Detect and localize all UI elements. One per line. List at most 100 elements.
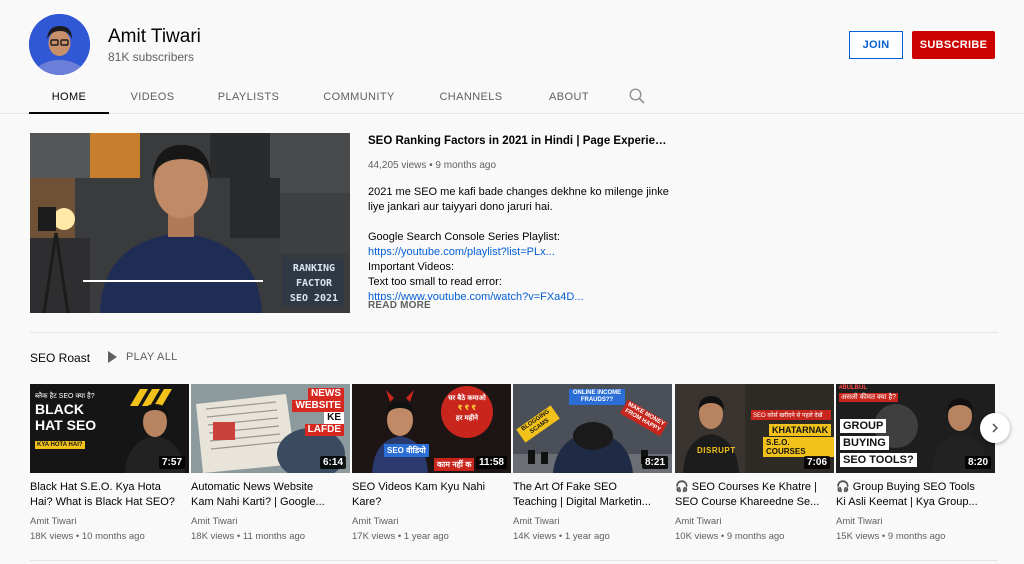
tab-channels[interactable]: CHANNELS (417, 80, 525, 114)
thumb-text-line: SEO TOOLS? (840, 453, 917, 467)
tab-community[interactable]: COMMUNITY (301, 80, 417, 114)
thumb-text-line: KE (324, 412, 344, 424)
video-title-line: The Art Of Fake SEO (513, 481, 617, 493)
thumb-text-line: ब्लैक हैट SEO क्या है? (35, 393, 95, 400)
thumb-text: ब्लैक हैट SEO क्या है? BLACK HAT SEO KYA… (35, 392, 96, 451)
video-thumbnail[interactable]: घर बैठे कमाओ ₹ ₹ ₹ हर महीने SEO वीडियो क… (352, 384, 511, 473)
thumb-text-line: RANKING (292, 263, 336, 274)
video-title[interactable]: The Art Of Fake SEO Teaching | Digital M… (513, 480, 672, 510)
video-title-line: Hai? What is Black Hat SEO? (30, 496, 175, 508)
thumb-text: NEWS WEBSITE KE LAFDE (292, 388, 344, 436)
tab-about[interactable]: ABOUT (525, 80, 613, 114)
description-blank (368, 215, 678, 230)
thumb-text-line: घर बैठे कमाओ (448, 395, 486, 402)
play-all-label: PLAY ALL (126, 351, 178, 363)
video-card[interactable]: NEWS WEBSITE KE LAFDE 6:14 Automatic New… (191, 384, 350, 542)
thumb-text-line: KYA HOTA HAI? (35, 441, 85, 449)
featured-thumb-text: RANKING FACTOR SEO 2021 (282, 261, 346, 306)
description-line: Important Videos: (368, 261, 455, 273)
thumb-text-line: ONLINE INCOME FRAUDS?? (569, 389, 625, 405)
section-divider (30, 560, 998, 561)
video-title[interactable]: SEO Videos Kam Kyu Nahi Kare? (352, 480, 511, 510)
thumb-text-line: LAFDE (304, 424, 344, 436)
thumb-text-line: NEWS (308, 388, 344, 400)
video-title-line: Kare? (352, 496, 382, 508)
video-meta: 18K views • 10 months ago (30, 531, 145, 542)
thumb-text-line: #BULBUL (839, 385, 867, 391)
thumb-text: घर बैठे कमाओ ₹ ₹ ₹ हर महीने (443, 394, 491, 424)
video-thumbnail[interactable]: ब्लैक हैट SEO क्या है? BLACK HAT SEO KYA… (30, 384, 189, 473)
tab-videos[interactable]: VIDEOS (109, 80, 196, 114)
channel-tabs: HOME VIDEOS PLAYLISTS COMMUNITY CHANNELS… (29, 80, 613, 114)
video-title-line: SEO Videos Kam Kyu Nahi (352, 481, 486, 493)
thumb-text-line: SEO 2021 (289, 293, 339, 304)
video-thumbnail[interactable]: ONLINE INCOME FRAUDS?? BLOGGING SCAMS MA… (513, 384, 672, 473)
video-meta: 18K views • 11 months ago (191, 531, 306, 542)
shelf-next-button[interactable] (980, 413, 1010, 443)
join-button[interactable]: JOIN (849, 31, 903, 59)
video-title[interactable]: Automatic News Website Kam Nahi Karti? |… (191, 480, 350, 510)
video-duration: 8:21 (641, 456, 668, 469)
subscribe-button[interactable]: SUBSCRIBE (912, 31, 995, 59)
chevron-right-icon (992, 423, 999, 433)
channel-name: Amit Tiwari (108, 26, 201, 47)
shelf-title[interactable]: SEO Roast (30, 351, 90, 365)
thumb-text-line: हर महीने (455, 415, 479, 422)
play-all-button[interactable]: PLAY ALL (108, 351, 178, 363)
description-line: 2021 me SEO me kafi bade changes dekhne … (368, 186, 669, 198)
video-meta: 17K views • 1 year ago (352, 531, 449, 542)
video-channel[interactable]: Amit Tiwari (675, 516, 834, 527)
video-title[interactable]: 🎧 SEO Courses Ke Khatre | SEO Course Kha… (675, 480, 834, 510)
thumb-text-line: FACTOR (295, 278, 333, 289)
video-card[interactable]: घर बैठे कमाओ ₹ ₹ ₹ हर महीने SEO वीडियो क… (352, 384, 511, 542)
video-channel[interactable]: Amit Tiwari (191, 516, 350, 527)
video-channel[interactable]: Amit Tiwari (513, 516, 672, 527)
video-title-line: 🎧 Group Buying SEO Tools (836, 481, 975, 493)
video-thumbnail[interactable]: #BULBUL असली कीमत क्या है? GROUP BUYING … (836, 384, 995, 473)
thumb-text-line: WEBSITE (292, 400, 344, 412)
tab-playlists[interactable]: PLAYLISTS (196, 80, 301, 114)
video-title-line: Automatic News Website (191, 481, 314, 493)
video-card[interactable]: #BULBUL असली कीमत क्या है? GROUP BUYING … (836, 384, 995, 542)
featured-video-title[interactable]: SEO Ranking Factors in 2021 in Hindi | P… (368, 135, 673, 147)
thumb-text-line: GROUP (840, 419, 887, 433)
video-card[interactable]: ब्लैक हैट SEO क्या है? BLACK HAT SEO KYA… (30, 384, 189, 542)
thumb-text-line: KHATARNAK (769, 424, 832, 436)
playlist-link[interactable]: https://youtube.com/playlist?list=PLx... (368, 245, 678, 260)
channel-avatar[interactable] (29, 14, 90, 75)
video-duration: 6:14 (319, 456, 346, 469)
video-title[interactable]: 🎧 Group Buying SEO Tools Ki Asli Keemat … (836, 480, 995, 510)
thumb-text-line: HAT SEO (35, 417, 97, 433)
video-thumbnail[interactable]: NEWS WEBSITE KE LAFDE 6:14 (191, 384, 350, 473)
video-card[interactable]: ONLINE INCOME FRAUDS?? BLOGGING SCAMS MA… (513, 384, 672, 542)
video-meta: 14K views • 1 year ago (513, 531, 610, 542)
video-channel[interactable]: Amit Tiwari (30, 516, 189, 527)
video-link[interactable]: https://www.youtube.com/watch?v=FXa4D... (368, 290, 678, 300)
video-title[interactable]: Black Hat S.E.O. Kya Hota Hai? What is B… (30, 480, 189, 510)
thumb-text-line: BLACK (35, 401, 84, 417)
video-duration: 7:57 (158, 456, 185, 469)
description-line: liye jankari aur taiyyari dono jaruri ha… (368, 201, 553, 213)
search-icon[interactable] (628, 87, 646, 105)
video-channel[interactable]: Amit Tiwari (352, 516, 511, 527)
thumb-text-line: BUYING (840, 436, 889, 450)
channel-header: Amit Tiwari 81K subscribers JOIN SUBSCRI… (0, 0, 1024, 114)
thumb-text-line: S.E.O. COURSES (763, 437, 834, 457)
video-meta: 10K views • 9 months ago (675, 531, 785, 542)
video-channel[interactable]: Amit Tiwari (836, 516, 995, 527)
video-title-line: Black Hat S.E.O. Kya Hota (30, 481, 161, 493)
featured-video-thumbnail[interactable]: RANKING FACTOR SEO 2021 (30, 133, 350, 313)
video-duration: 7:06 (803, 456, 830, 469)
read-more-button[interactable]: READ MORE (368, 300, 431, 311)
featured-video-description: 2021 me SEO me kafi bade changes dekhne … (368, 185, 678, 300)
play-icon (108, 351, 117, 363)
tab-home[interactable]: HOME (29, 80, 109, 114)
description-line: Google Search Console Series Playlist: (368, 231, 560, 243)
thumb-text-line: ₹ ₹ ₹ (457, 405, 477, 412)
thumb-text-line: असली कीमत क्या है? (839, 393, 899, 402)
video-title-line: Kam Nahi Karti? | Google... (191, 496, 325, 508)
video-thumbnail[interactable]: DISRUPT SEO कोर्स खरीदने से पहले देखें K… (675, 384, 834, 473)
video-title-line: 🎧 SEO Courses Ke Khatre | (675, 481, 817, 493)
video-card[interactable]: DISRUPT SEO कोर्स खरीदने से पहले देखें K… (675, 384, 834, 542)
video-title-line: SEO Course Khareedne Se... (675, 496, 820, 508)
